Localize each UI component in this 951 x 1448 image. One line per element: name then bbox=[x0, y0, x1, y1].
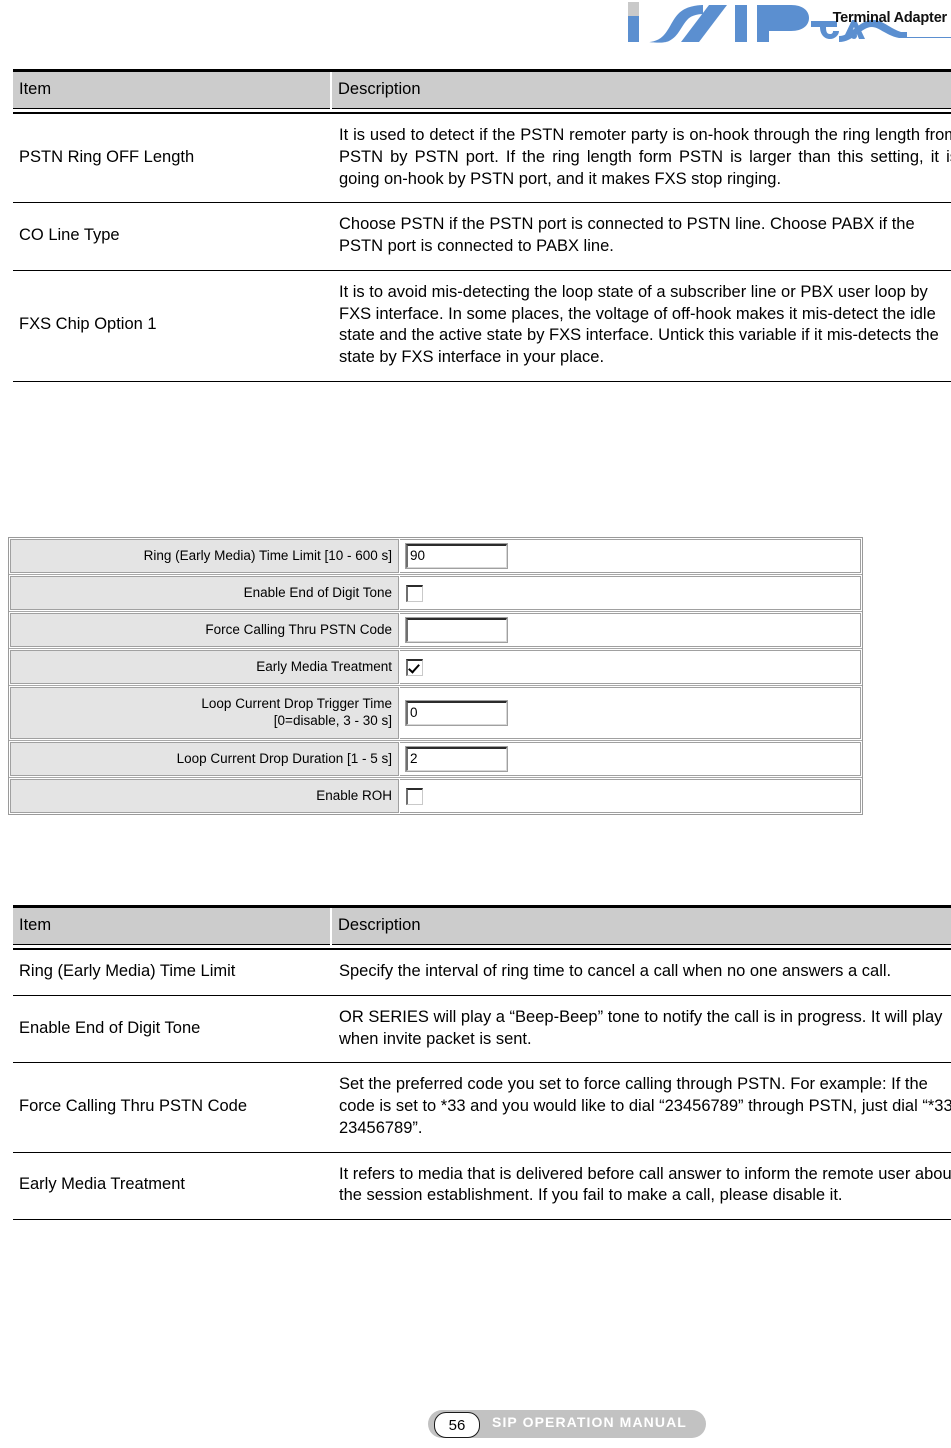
table-row: PSTN Ring OFF Length It is used to detec… bbox=[13, 112, 951, 204]
checkbox-early-media-treatment[interactable] bbox=[406, 658, 423, 676]
row-item-label: Enable End of Digit Tone bbox=[13, 995, 331, 1064]
brand-title: Terminal Adapter bbox=[832, 10, 948, 26]
checkbox-enable-end-of-digit-tone[interactable] bbox=[406, 584, 423, 602]
label-line-2: [0=disable, 3 - 30 s] bbox=[273, 713, 392, 728]
page-footer: 56 SIP OPERATION MANUAL bbox=[0, 1402, 951, 1448]
row-description: Choose PSTN if the PSTN port is connecte… bbox=[331, 202, 951, 271]
row-description: Set the preferred code you set to force … bbox=[331, 1062, 951, 1153]
column-header-item: Item bbox=[13, 69, 332, 109]
row-item-label: Ring (Early Media) Time Limit bbox=[13, 948, 331, 996]
row-description: It refers to media that is delivered bef… bbox=[331, 1152, 951, 1221]
manual-title: SIP OPERATION MANUAL bbox=[492, 1414, 687, 1430]
row-description: It is to avoid mis-detecting the loop st… bbox=[331, 270, 951, 382]
value-loop-current-drop-duration: 2 bbox=[400, 742, 861, 776]
input-force-calling-thru-pstn-code[interactable] bbox=[405, 617, 508, 643]
table-header-row: Item Description bbox=[13, 69, 951, 109]
column-header-description: Description bbox=[331, 905, 951, 945]
form-row-loop-current-drop-duration: Loop Current Drop Duration [1 - 5 s] 2 bbox=[9, 741, 862, 778]
row-description: It is used to detect if the PSTN remoter… bbox=[331, 112, 951, 204]
pstn-settings-form: Ring (Early Media) Time Limit [10 - 600 … bbox=[8, 537, 863, 815]
table-row: Early Media Treatment It refers to media… bbox=[13, 1152, 951, 1221]
row-item-label: FXS Chip Option 1 bbox=[13, 270, 331, 382]
label-loop-current-drop-duration: Loop Current Drop Duration [1 - 5 s] bbox=[10, 742, 399, 776]
checkbox-enable-roh[interactable] bbox=[406, 787, 423, 805]
sip-ta-logo: Terminal Adapter bbox=[611, 0, 951, 46]
row-item-label: Force Calling Thru PSTN Code bbox=[13, 1062, 331, 1153]
value-force-calling-thru-pstn-code bbox=[400, 613, 861, 647]
form-row-force-calling-thru-pstn-code: Force Calling Thru PSTN Code bbox=[9, 612, 862, 649]
row-item-label: CO Line Type bbox=[13, 202, 331, 271]
table-row: Enable End of Digit Tone OR SERIES will … bbox=[13, 995, 951, 1064]
row-description: OR SERIES will play a “Beep-Beep” tone t… bbox=[331, 995, 951, 1064]
input-ring-time-limit[interactable]: 90 bbox=[405, 543, 508, 569]
label-early-media-treatment: Early Media Treatment bbox=[10, 650, 399, 684]
page-number-badge: 56 bbox=[434, 1412, 480, 1438]
table-row: Ring (Early Media) Time Limit Specify th… bbox=[13, 948, 951, 996]
form-row-ring-time-limit: Ring (Early Media) Time Limit [10 - 600 … bbox=[9, 538, 862, 575]
table-header-row: Item Description bbox=[13, 905, 951, 945]
label-enable-roh: Enable ROH bbox=[10, 779, 399, 813]
input-loop-current-drop-duration[interactable]: 2 bbox=[405, 746, 508, 772]
table-row: FXS Chip Option 1 It is to avoid mis-det… bbox=[13, 270, 951, 382]
form-row-enable-end-of-digit-tone: Enable End of Digit Tone bbox=[9, 575, 862, 612]
form-row-loop-current-drop-trigger-time: Loop Current Drop Trigger Time [0=disabl… bbox=[9, 686, 862, 741]
form-row-enable-roh: Enable ROH bbox=[9, 778, 862, 814]
label-loop-current-drop-trigger-time: Loop Current Drop Trigger Time [0=disabl… bbox=[10, 687, 399, 739]
label-ring-time-limit: Ring (Early Media) Time Limit [10 - 600 … bbox=[10, 539, 399, 573]
row-item-label: PSTN Ring OFF Length bbox=[13, 112, 331, 204]
value-enable-end-of-digit-tone bbox=[400, 576, 861, 610]
row-item-label: Early Media Treatment bbox=[13, 1152, 331, 1221]
item-description-table-one: Item Description PSTN Ring OFF Length It… bbox=[13, 69, 951, 382]
value-early-media-treatment bbox=[400, 650, 861, 684]
label-force-calling-thru-pstn-code: Force Calling Thru PSTN Code bbox=[10, 613, 399, 647]
form-row-early-media-treatment: Early Media Treatment bbox=[9, 649, 862, 686]
page-header: Terminal Adapter bbox=[0, 0, 951, 46]
item-description-table-two: Item Description Ring (Early Media) Time… bbox=[13, 905, 951, 1221]
value-loop-current-drop-trigger-time: 0 bbox=[400, 687, 861, 739]
value-enable-roh bbox=[400, 779, 861, 813]
column-header-item: Item bbox=[13, 905, 332, 945]
input-loop-current-drop-trigger-time[interactable]: 0 bbox=[405, 700, 508, 726]
table-row: Force Calling Thru PSTN Code Set the pre… bbox=[13, 1062, 951, 1153]
column-header-description: Description bbox=[331, 69, 951, 109]
label-line-1: Loop Current Drop Trigger Time bbox=[201, 696, 392, 712]
value-ring-time-limit: 90 bbox=[400, 539, 861, 573]
row-description: Specify the interval of ring time to can… bbox=[331, 948, 951, 996]
label-enable-end-of-digit-tone: Enable End of Digit Tone bbox=[10, 576, 399, 610]
table-row: CO Line Type Choose PSTN if the PSTN por… bbox=[13, 202, 951, 271]
